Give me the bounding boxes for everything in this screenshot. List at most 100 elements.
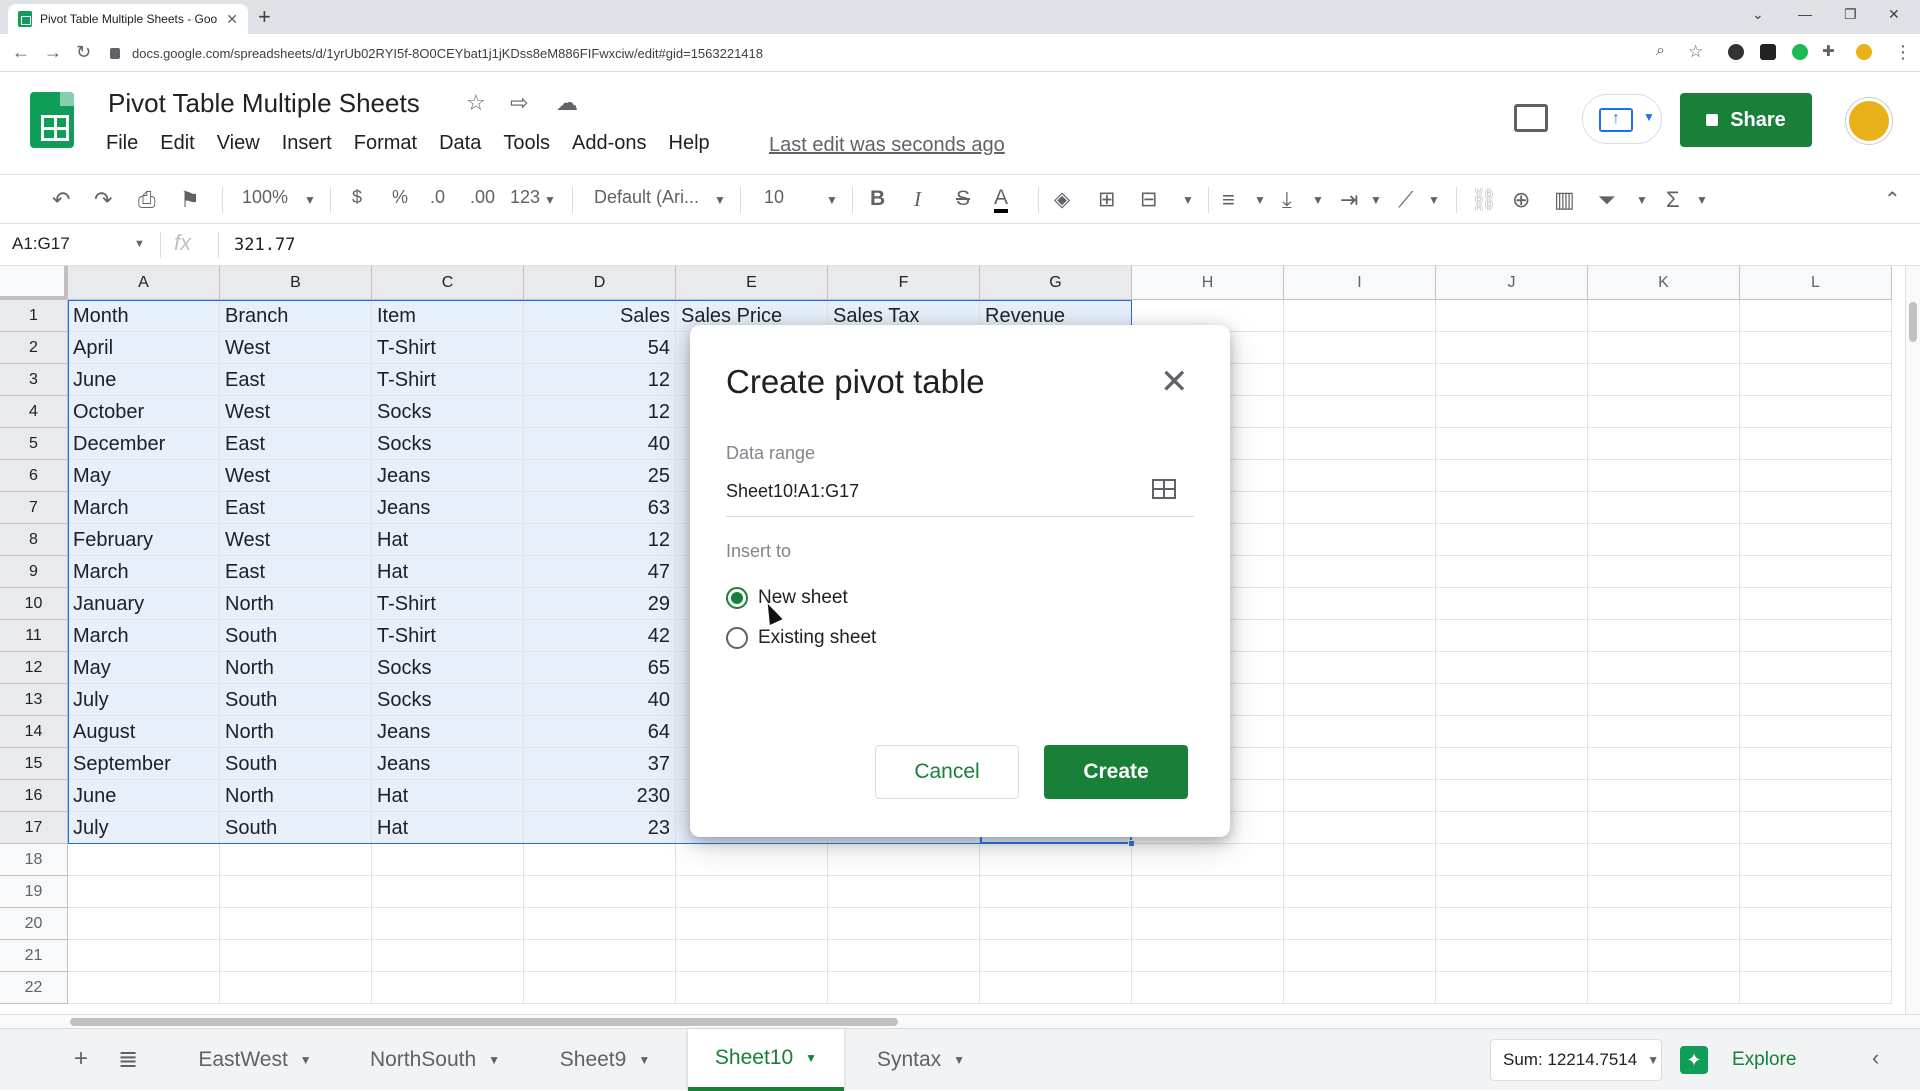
row-header-17[interactable]: 17 bbox=[0, 812, 68, 844]
chevron-down-icon[interactable]: ▼ bbox=[1182, 193, 1194, 207]
all-sheets-icon[interactable]: ≣ bbox=[118, 1045, 138, 1074]
cell-d15[interactable]: 37 bbox=[524, 748, 676, 780]
chevron-down-icon[interactable]: ▼ bbox=[1370, 193, 1382, 207]
explore-button[interactable]: ✦ Explore bbox=[1680, 1039, 1812, 1081]
zoom-select[interactable]: 100% bbox=[242, 187, 288, 208]
cell-a3[interactable]: June bbox=[68, 364, 220, 396]
cancel-button[interactable]: Cancel bbox=[875, 745, 1019, 799]
cell-f20[interactable] bbox=[828, 908, 980, 940]
extensions-puzzle-icon[interactable]: ✚ bbox=[1822, 42, 1835, 60]
cell-b22[interactable] bbox=[220, 972, 372, 1004]
cell-d5[interactable]: 40 bbox=[524, 428, 676, 460]
cell-d16[interactable]: 230 bbox=[524, 780, 676, 812]
cell-j15[interactable] bbox=[1436, 748, 1588, 780]
cell-g18[interactable] bbox=[980, 844, 1132, 876]
cell-j8[interactable] bbox=[1436, 524, 1588, 556]
functions-icon[interactable]: Σ bbox=[1666, 187, 1680, 213]
new-sheet-option[interactable]: New sheet bbox=[726, 587, 848, 609]
cell-l7[interactable] bbox=[1740, 492, 1892, 524]
cell-i22[interactable] bbox=[1284, 972, 1436, 1004]
menu-edit[interactable]: Edit bbox=[160, 132, 194, 155]
tab-sheet9[interactable]: Sheet9 ▼ bbox=[540, 1029, 670, 1091]
cell-a13[interactable]: July bbox=[68, 684, 220, 716]
row-header-8[interactable]: 8 bbox=[0, 524, 68, 556]
select-range-icon[interactable] bbox=[1152, 479, 1176, 499]
fill-handle[interactable] bbox=[1128, 840, 1135, 847]
last-edit-link[interactable]: Last edit was seconds ago bbox=[769, 134, 1005, 157]
select-all-corner[interactable] bbox=[0, 266, 68, 300]
cell-a4[interactable]: October bbox=[68, 396, 220, 428]
column-header-c[interactable]: C bbox=[372, 266, 524, 300]
cell-j1[interactable] bbox=[1436, 300, 1588, 332]
cell-c3[interactable]: T-Shirt bbox=[372, 364, 524, 396]
menu-insert[interactable]: Insert bbox=[282, 132, 332, 155]
cell-d7[interactable]: 63 bbox=[524, 492, 676, 524]
cell-f19[interactable] bbox=[828, 876, 980, 908]
data-range-input[interactable]: Sheet10!A1:G17 bbox=[726, 475, 1194, 517]
chevron-down-icon[interactable]: ▼ bbox=[714, 193, 726, 207]
reload-icon[interactable]: ↻ bbox=[76, 42, 91, 63]
column-header-l[interactable]: L bbox=[1740, 266, 1892, 300]
cell-c9[interactable]: Hat bbox=[372, 556, 524, 588]
cell-j19[interactable] bbox=[1436, 876, 1588, 908]
insert-chart-icon[interactable]: ▥ bbox=[1554, 187, 1575, 213]
column-header-i[interactable]: I bbox=[1284, 266, 1436, 300]
row-header-10[interactable]: 10 bbox=[0, 588, 68, 620]
row-header-4[interactable]: 4 bbox=[0, 396, 68, 428]
cell-c13[interactable]: Socks bbox=[372, 684, 524, 716]
cell-h19[interactable] bbox=[1132, 876, 1284, 908]
cell-k19[interactable] bbox=[1588, 876, 1740, 908]
chevron-down-icon[interactable]: ▼ bbox=[1636, 193, 1648, 207]
cell-j20[interactable] bbox=[1436, 908, 1588, 940]
cell-a1[interactable]: Month bbox=[68, 300, 220, 332]
zoom-icon[interactable]: ⌕ bbox=[1656, 42, 1665, 60]
chevron-down-icon[interactable]: ▼ bbox=[1428, 193, 1440, 207]
cell-k6[interactable] bbox=[1588, 460, 1740, 492]
cell-k8[interactable] bbox=[1588, 524, 1740, 556]
horizontal-align-icon[interactable]: ≡ bbox=[1222, 187, 1235, 213]
more-formats-button[interactable]: 123 bbox=[510, 187, 540, 208]
menu-view[interactable]: View bbox=[217, 132, 260, 155]
cell-f18[interactable] bbox=[828, 844, 980, 876]
cell-e21[interactable] bbox=[676, 940, 828, 972]
cell-b16[interactable]: North bbox=[220, 780, 372, 812]
cell-j16[interactable] bbox=[1436, 780, 1588, 812]
row-header-19[interactable]: 19 bbox=[0, 876, 68, 908]
row-header-18[interactable]: 18 bbox=[0, 844, 68, 876]
cell-l15[interactable] bbox=[1740, 748, 1892, 780]
cell-c2[interactable]: T-Shirt bbox=[372, 332, 524, 364]
menu-file[interactable]: File bbox=[106, 132, 138, 155]
chevron-down-icon[interactable]: ▼ bbox=[953, 1053, 965, 1067]
cell-i12[interactable] bbox=[1284, 652, 1436, 684]
paint-format-icon[interactable]: ⚑ bbox=[180, 187, 200, 213]
fill-color-icon[interactable]: ◈ bbox=[1054, 187, 1070, 212]
share-button[interactable]: Share bbox=[1680, 93, 1812, 147]
row-header-21[interactable]: 21 bbox=[0, 940, 68, 972]
cell-i4[interactable] bbox=[1284, 396, 1436, 428]
cell-a5[interactable]: December bbox=[68, 428, 220, 460]
document-title[interactable]: Pivot Table Multiple Sheets bbox=[108, 88, 420, 119]
collapse-toolbar-icon[interactable]: ⌃ bbox=[1884, 187, 1901, 212]
cell-a17[interactable]: July bbox=[68, 812, 220, 844]
tab-syntax[interactable]: Syntax ▼ bbox=[856, 1029, 986, 1091]
cell-c7[interactable]: Jeans bbox=[372, 492, 524, 524]
cell-a7[interactable]: March bbox=[68, 492, 220, 524]
cell-a9[interactable]: March bbox=[68, 556, 220, 588]
merge-cells-icon[interactable]: ⊟ bbox=[1140, 187, 1158, 212]
back-icon[interactable]: ← bbox=[12, 42, 30, 63]
cell-k18[interactable] bbox=[1588, 844, 1740, 876]
cell-h21[interactable] bbox=[1132, 940, 1284, 972]
create-button[interactable]: Create bbox=[1044, 745, 1188, 799]
cell-i8[interactable] bbox=[1284, 524, 1436, 556]
cell-d18[interactable] bbox=[524, 844, 676, 876]
cell-d21[interactable] bbox=[524, 940, 676, 972]
chevron-down-icon[interactable]: ▼ bbox=[1696, 193, 1708, 207]
cell-b2[interactable]: West bbox=[220, 332, 372, 364]
cell-i10[interactable] bbox=[1284, 588, 1436, 620]
cell-l12[interactable] bbox=[1740, 652, 1892, 684]
row-header-22[interactable]: 22 bbox=[0, 972, 68, 1004]
cell-k1[interactable] bbox=[1588, 300, 1740, 332]
cell-k21[interactable] bbox=[1588, 940, 1740, 972]
add-sheet-icon[interactable]: + bbox=[74, 1045, 88, 1073]
cell-l17[interactable] bbox=[1740, 812, 1892, 844]
